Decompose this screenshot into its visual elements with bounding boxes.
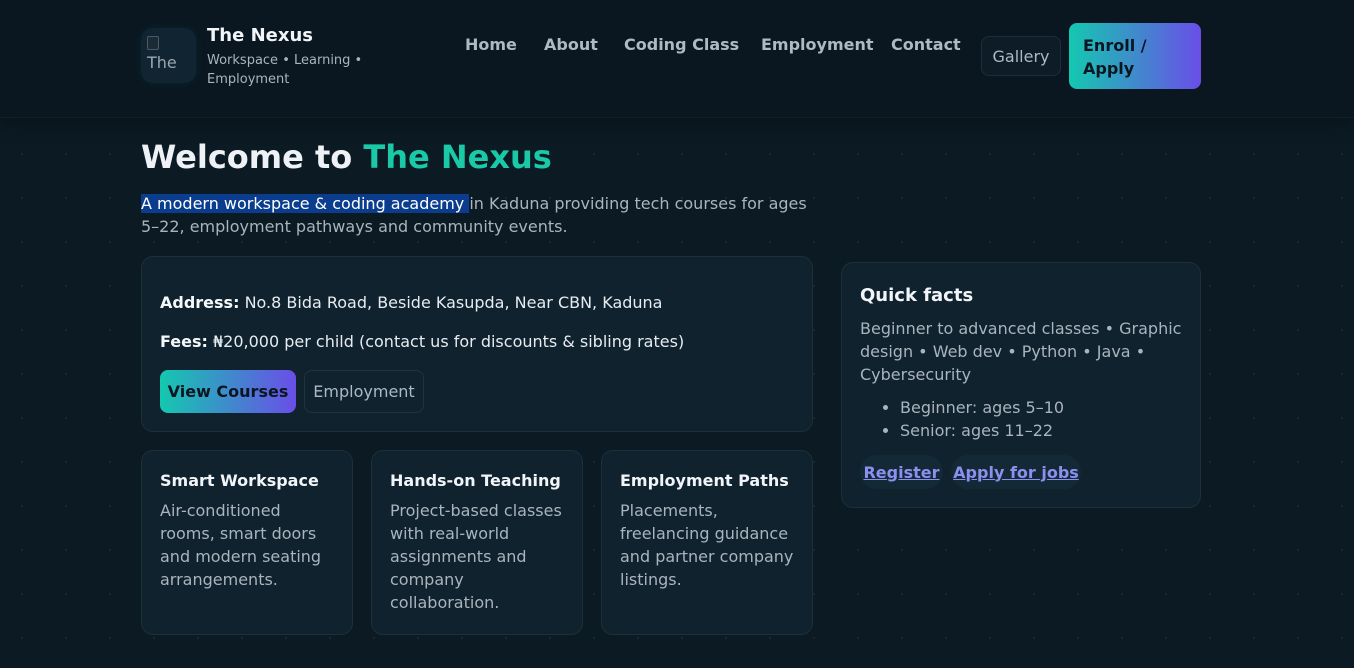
feature-title: Employment Paths	[620, 471, 789, 490]
selected-text: A modern workspace & coding academy	[141, 194, 470, 213]
feature-card-hands-on-teaching: Hands-on Teaching Project-based classes …	[371, 450, 583, 635]
site-header: The The Nexus Workspace • Learning • Emp…	[0, 0, 1354, 118]
feature-title: Smart Workspace	[160, 471, 319, 490]
view-courses-button[interactable]: View Courses	[160, 370, 296, 413]
nav-coding-class[interactable]: Coding Class	[624, 35, 739, 54]
feature-text: Air-conditioned rooms, smart doors and m…	[160, 501, 322, 589]
nav-employment[interactable]: Employment	[761, 35, 874, 54]
address-value: No.8 Bida Road, Beside Kasupda, Near CBN…	[239, 293, 663, 312]
quick-facts-card: Quick facts Beginner to advanced classes…	[841, 262, 1201, 508]
address-label: Address:	[160, 293, 240, 312]
feature-title: Hands-on Teaching	[390, 471, 561, 490]
feature-card-employment-paths: Employment Paths Placements, freelancing…	[601, 450, 813, 635]
enroll-apply-button[interactable]: Enroll / Apply	[1069, 23, 1201, 89]
nav-about[interactable]: About	[544, 35, 598, 54]
employment-button[interactable]: Employment	[304, 370, 424, 413]
hero-description: A modern workspace & coding academy in K…	[141, 192, 811, 238]
broken-image-icon	[147, 36, 159, 50]
feature-text: Project-based classes with real-world as…	[390, 501, 562, 612]
feature-text: Placements, freelancing guidance and par…	[620, 501, 794, 589]
nav-home[interactable]: Home	[465, 35, 517, 54]
nav-contact[interactable]: Contact	[891, 35, 961, 54]
fees-label: Fees:	[160, 332, 208, 351]
fees-value: ₦20,000 per child (contact us for discou…	[207, 332, 685, 351]
list-item: Beginner: ages 5–10	[900, 396, 1064, 419]
logo-image[interactable]: The	[141, 28, 196, 83]
list-item: Senior: ages 11–22	[900, 419, 1064, 442]
quick-facts-description: Beginner to advanced classes • Graphic d…	[860, 319, 1182, 384]
address-line: Address: No.8 Bida Road, Beside Kasupda,…	[160, 293, 662, 312]
page-title: Welcome to The Nexus	[141, 138, 552, 176]
apply-for-jobs-link[interactable]: Apply for jobs	[951, 455, 1081, 489]
logo-alt-text: The	[147, 53, 177, 72]
info-card: Address: No.8 Bida Road, Beside Kasupda,…	[141, 256, 813, 432]
title-prefix: Welcome to	[141, 138, 364, 176]
feature-card-smart-workspace: Smart Workspace Air-conditioned rooms, s…	[141, 450, 353, 635]
register-link[interactable]: Register	[860, 455, 943, 489]
brand-name[interactable]: The Nexus	[207, 25, 313, 46]
age-groups-list: Beginner: ages 5–10 Senior: ages 11–22	[882, 396, 1064, 442]
fees-line: Fees: ₦20,000 per child (contact us for …	[160, 332, 684, 351]
brand-tagline: Workspace • Learning • Employment	[207, 53, 363, 87]
gallery-button[interactable]: Gallery	[981, 36, 1061, 76]
quick-facts-title: Quick facts	[860, 285, 974, 306]
title-accent: The Nexus	[363, 138, 552, 176]
